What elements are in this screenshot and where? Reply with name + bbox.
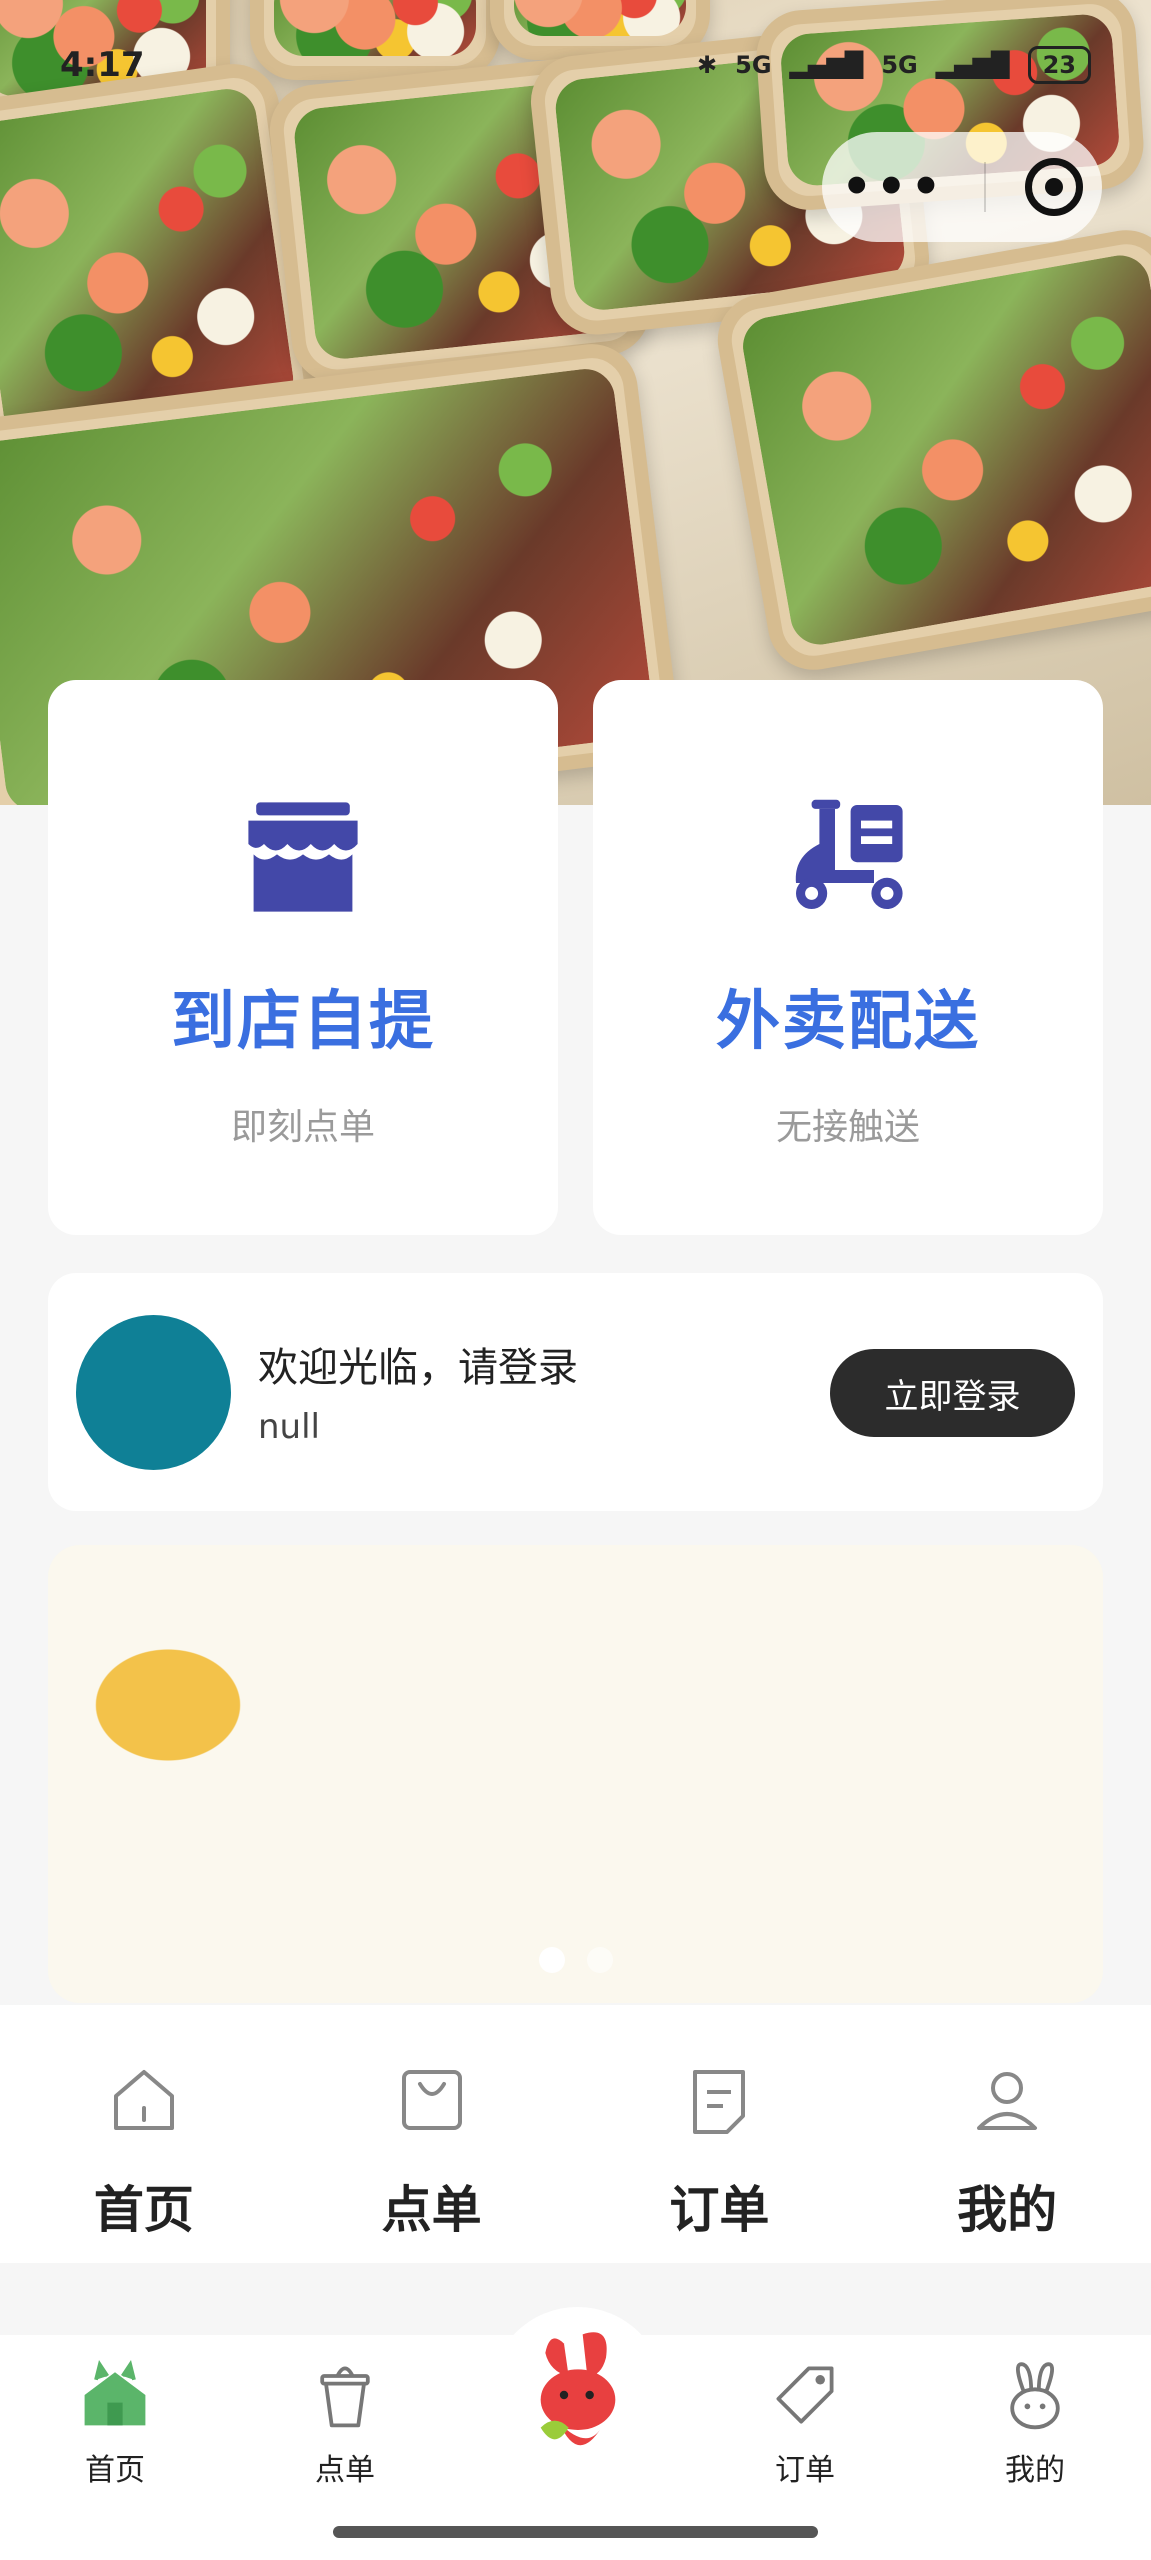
rabbit-mascot-icon bbox=[540, 2331, 615, 2445]
login-button[interactable]: 立即登录 bbox=[830, 1349, 1075, 1437]
welcome-text: 欢迎光临，请登录 bbox=[258, 1345, 578, 1391]
home-tab-icon bbox=[84, 2359, 146, 2426]
close-miniprogram-icon[interactable] bbox=[1024, 158, 1083, 216]
rabbit-head-icon bbox=[1010, 2362, 1060, 2430]
tab-orders[interactable]: 订单 bbox=[730, 2357, 880, 2489]
tab-home-label: 首页 bbox=[85, 2453, 145, 2488]
carousel-indicator bbox=[538, 1947, 613, 1973]
network-5g-label-2: 5G bbox=[881, 51, 918, 79]
shortcut-home[interactable]: 首页 bbox=[44, 2005, 244, 2263]
tab-order[interactable]: 点单 bbox=[270, 2357, 420, 2489]
cup-tab-icon bbox=[320, 2366, 370, 2428]
shortcut-profile-label: 我的 bbox=[957, 2181, 1058, 2239]
tab-center-mascot[interactable] bbox=[490, 2307, 665, 2482]
status-time: 4:17 bbox=[60, 45, 145, 85]
carousel-dot-2[interactable] bbox=[586, 1947, 613, 1973]
pickup-card[interactable]: 到店自提 即刻点单 bbox=[48, 680, 558, 1235]
avatar bbox=[76, 1315, 231, 1470]
tab-order-label: 点单 bbox=[315, 2453, 375, 2488]
network-5g-label: 5G bbox=[735, 51, 772, 79]
tab-home[interactable]: 首页 bbox=[40, 2357, 190, 2489]
promo-carousel[interactable] bbox=[48, 1545, 1103, 2003]
capsule-divider bbox=[984, 162, 986, 212]
delivery-subtitle: 无接触送 bbox=[775, 1107, 920, 1148]
shortcut-order-label: 点单 bbox=[381, 2181, 482, 2239]
shortcut-orders-label: 订单 bbox=[669, 2181, 770, 2239]
tag-tab-icon bbox=[776, 2366, 834, 2424]
user-icon bbox=[977, 2072, 1038, 2130]
login-prompt-card: 欢迎光临，请登录 null 立即登录 bbox=[48, 1273, 1103, 1511]
signal-icon: ▂▄▆█ bbox=[789, 51, 864, 79]
miniprogram-capsule: ••• bbox=[822, 132, 1102, 242]
shortcut-nav: 首页 点单 订单 我的 bbox=[0, 2005, 1151, 2263]
battery-indicator: 23 bbox=[1027, 46, 1091, 84]
shortcut-home-label: 首页 bbox=[93, 2181, 194, 2239]
delivery-scooter-icon bbox=[795, 799, 903, 909]
bag-icon bbox=[401, 2070, 462, 2130]
tab-orders-label: 订单 bbox=[775, 2453, 835, 2488]
tab-profile[interactable]: 我的 bbox=[960, 2357, 1110, 2489]
carousel-dot-1[interactable] bbox=[538, 1947, 565, 1973]
home-indicator[interactable] bbox=[333, 2526, 818, 2538]
pickup-subtitle: 即刻点单 bbox=[230, 1107, 375, 1148]
delivery-card[interactable]: 外卖配送 无接触送 bbox=[593, 680, 1103, 1235]
storefront-icon bbox=[248, 802, 358, 912]
signal-icon-2: ▂▄▆█ bbox=[935, 51, 1010, 79]
shortcut-orders-list[interactable]: 订单 bbox=[619, 2005, 819, 2263]
shortcut-profile[interactable]: 我的 bbox=[907, 2005, 1107, 2263]
bluetooth-icon: ✱ bbox=[697, 51, 718, 79]
more-options-icon[interactable]: ••• bbox=[841, 163, 945, 211]
tab-profile-label: 我的 bbox=[1005, 2453, 1065, 2488]
delivery-title: 外卖配送 bbox=[716, 985, 980, 1059]
home-icon bbox=[113, 2070, 174, 2130]
username-text: null bbox=[258, 1407, 320, 1447]
document-icon bbox=[693, 2070, 746, 2134]
status-bar: 4:17 ✱ 5G ▂▄▆█ 5G ▂▄▆█ 23 bbox=[60, 40, 1091, 90]
shortcut-order[interactable]: 点单 bbox=[332, 2005, 532, 2263]
pickup-title: 到店自提 bbox=[171, 985, 435, 1059]
